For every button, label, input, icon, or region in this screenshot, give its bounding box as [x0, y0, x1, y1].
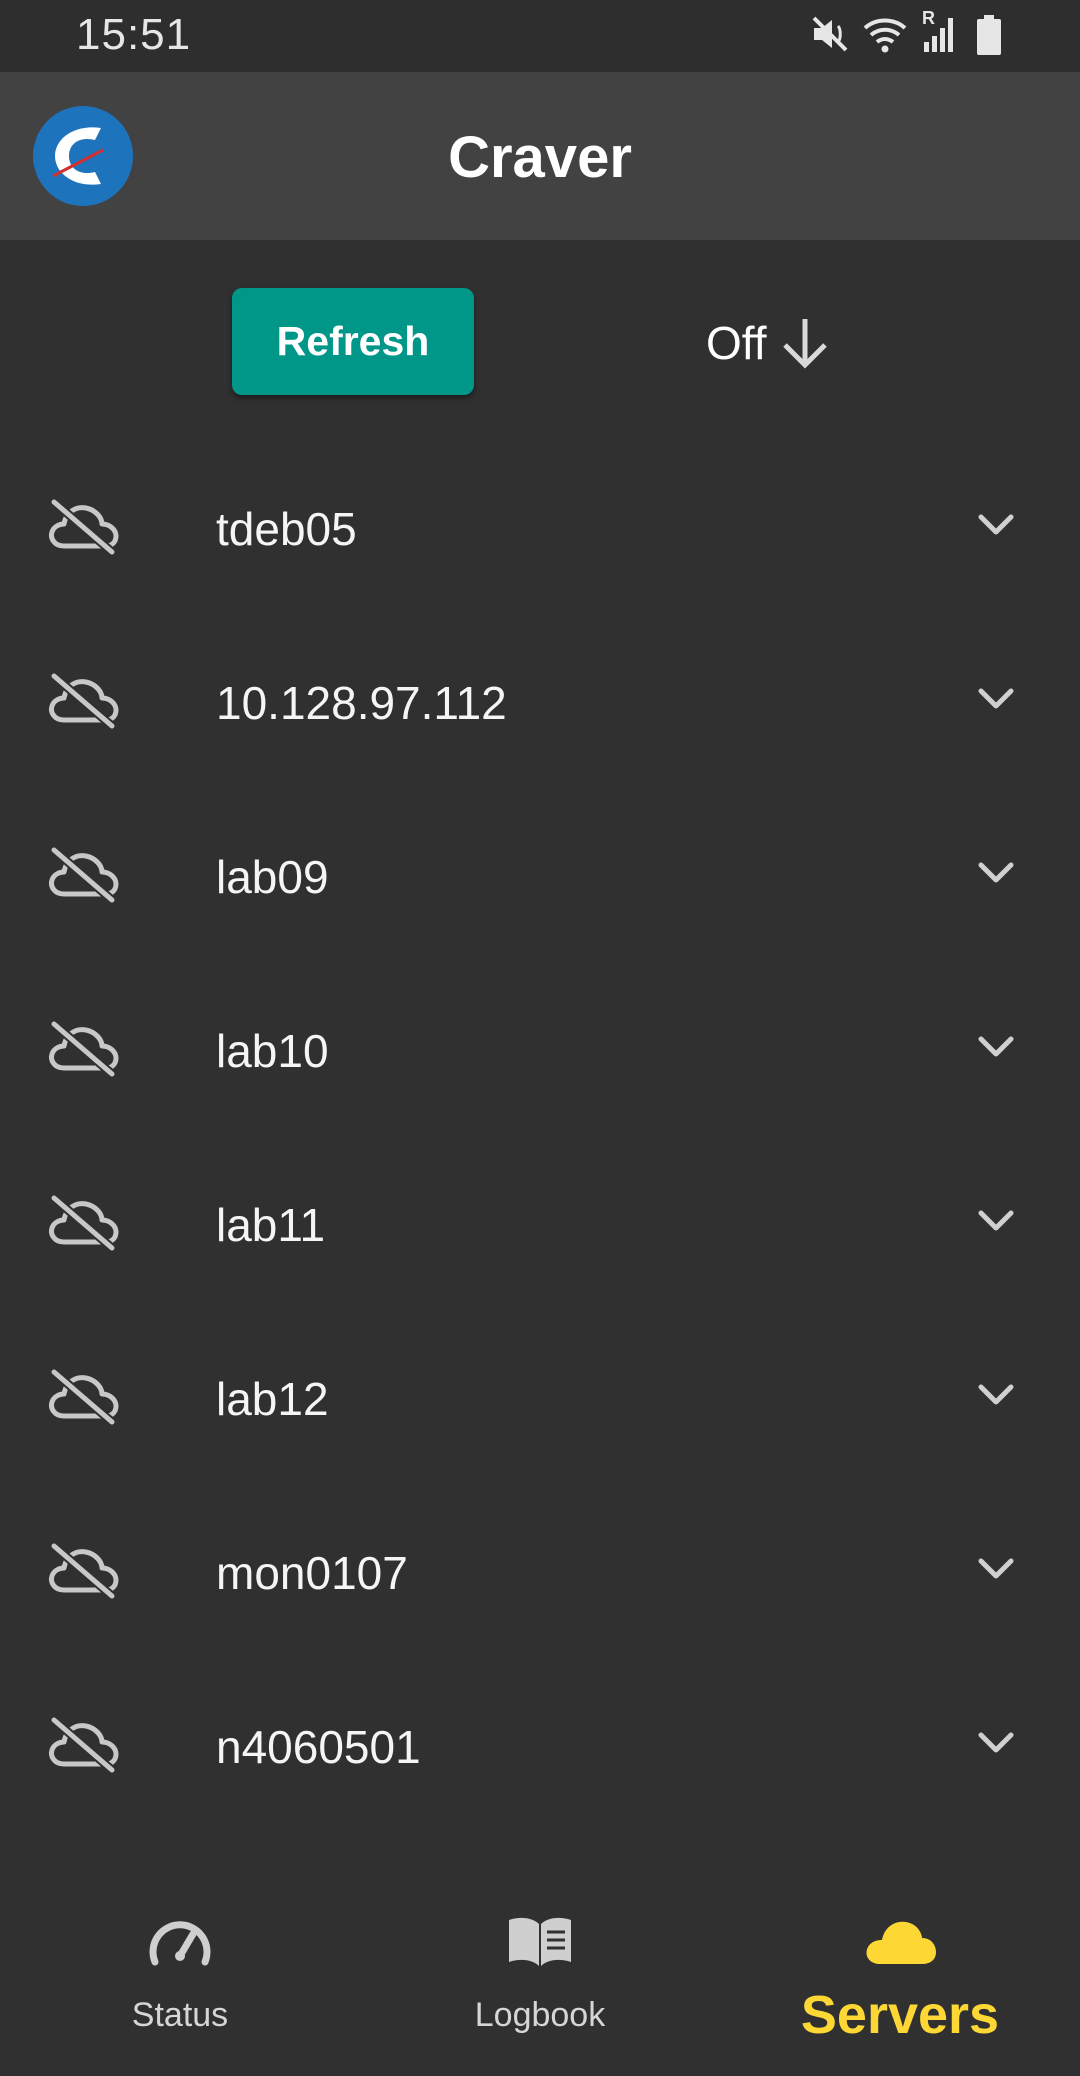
sort-toggle[interactable]: Off — [706, 298, 831, 388]
cloud-off-icon — [49, 846, 119, 904]
server-row[interactable]: n4060501 — [0, 1662, 1080, 1836]
server-name: mon0107 — [216, 1547, 408, 1599]
server-row[interactable]: lab11 — [0, 1140, 1080, 1314]
chevron-down-icon[interactable] — [976, 682, 1016, 714]
app-bar: Craver — [0, 72, 1080, 240]
chevron-down-icon[interactable] — [976, 1030, 1016, 1062]
nav-label-logbook: Logbook — [474, 1996, 606, 2034]
cloud-off-icon — [49, 498, 119, 556]
cloud-off-icon — [49, 1020, 119, 1078]
chevron-down-icon[interactable] — [976, 1204, 1016, 1236]
server-row[interactable]: mon0107 — [0, 1488, 1080, 1662]
status-time: 15:51 — [76, 10, 192, 59]
nav-item-servers[interactable]: Servers — [720, 1888, 1080, 2076]
arrow-down-icon — [782, 319, 827, 369]
chevron-down-icon[interactable] — [976, 1378, 1016, 1410]
wifi-icon — [863, 18, 907, 53]
bottom-nav: Status Logbook Servers — [0, 1888, 1080, 2076]
status-bar: 15:51 R — [0, 0, 1080, 72]
status-icons: R — [810, 8, 1010, 60]
cloud-off-icon — [49, 1716, 119, 1774]
battery-icon — [977, 15, 1001, 55]
server-name: 10.128.97.112 — [216, 677, 507, 729]
chevron-down-icon[interactable] — [976, 856, 1016, 888]
server-name: tdeb05 — [216, 503, 357, 555]
server-name: lab10 — [216, 1025, 329, 1077]
nav-label-status: Status — [131, 1996, 229, 2034]
server-name: lab11 — [216, 1199, 326, 1251]
refresh-button[interactable]: Refresh — [232, 288, 474, 395]
chevron-down-icon[interactable] — [976, 1552, 1016, 1584]
mute-icon — [812, 16, 848, 52]
cloud-off-icon — [49, 1194, 119, 1252]
nav-label-servers: Servers — [800, 1985, 1000, 2045]
server-name: lab09 — [216, 851, 329, 903]
cloud-off-icon — [49, 672, 119, 730]
nav-item-logbook[interactable]: Logbook — [360, 1888, 720, 2076]
sort-label: Off — [706, 317, 767, 369]
server-row[interactable]: lab12 — [0, 1314, 1080, 1488]
server-row[interactable]: lab09 — [0, 792, 1080, 966]
server-list: tdeb05 10.128.97.112 lab09 lab10 lab11 lab12 m… — [0, 444, 1080, 1836]
chevron-down-icon[interactable] — [976, 1726, 1016, 1758]
cloud-off-icon — [49, 1368, 119, 1426]
server-row[interactable]: 10.128.97.112 — [0, 618, 1080, 792]
server-row[interactable]: lab10 — [0, 966, 1080, 1140]
nav-item-status[interactable]: Status — [0, 1888, 360, 2076]
signal-icon — [924, 18, 953, 52]
server-name: n4060501 — [216, 1721, 421, 1773]
book-icon — [509, 1917, 571, 1966]
server-row[interactable]: tdeb05 — [0, 444, 1080, 618]
server-name: lab12 — [216, 1373, 329, 1425]
speedometer-icon — [149, 1921, 211, 1966]
page-title: Craver — [448, 125, 632, 190]
chevron-down-icon[interactable] — [976, 508, 1016, 540]
cloud-icon — [866, 1921, 936, 1964]
cloud-off-icon — [49, 1542, 119, 1600]
